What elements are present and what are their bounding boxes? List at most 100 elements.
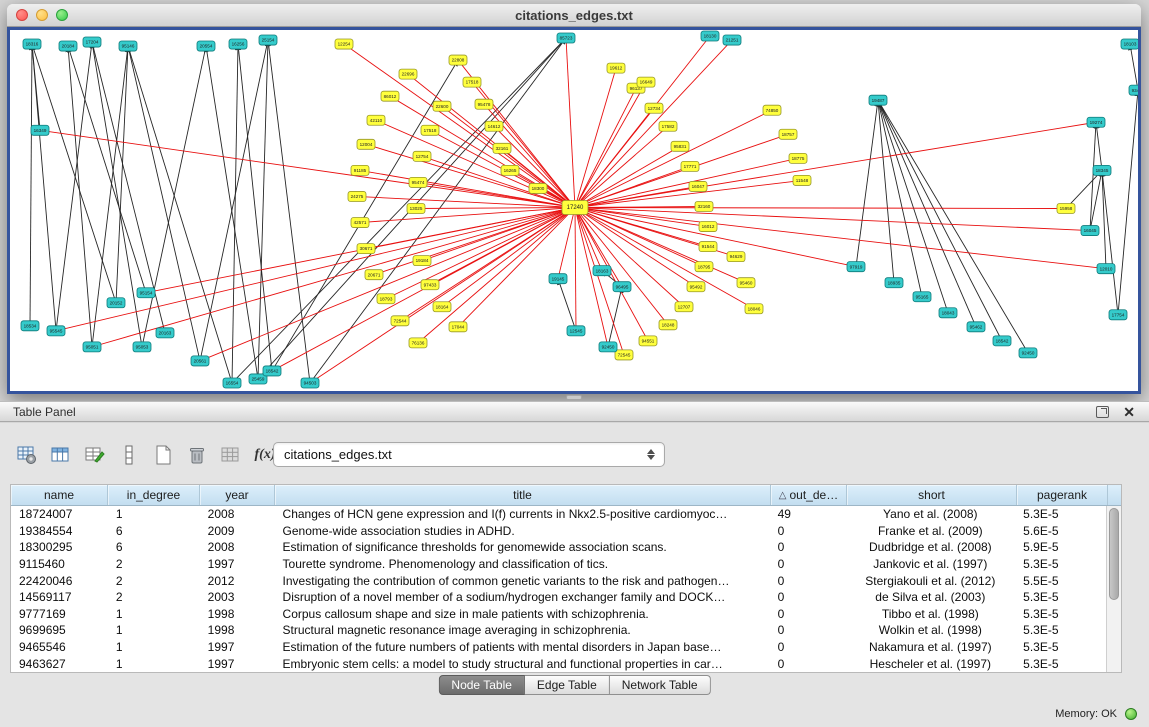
- black-edge[interactable]: [32, 44, 116, 303]
- red-edge[interactable]: [566, 38, 575, 207]
- graph-node[interactable]: 17044: [449, 322, 467, 332]
- graph-node[interactable]: 97919: [847, 262, 865, 272]
- graph-node[interactable]: 30671: [357, 244, 375, 254]
- red-edge[interactable]: [575, 68, 616, 207]
- tab-network-table[interactable]: Network Table: [610, 675, 711, 695]
- graph-node[interactable]: 95053: [133, 342, 151, 352]
- network-view[interactable]: 1831620184172049514620554162562515416349…: [7, 27, 1141, 394]
- table-row[interactable]: 969969511998Structural magnetic resonanc…: [11, 622, 1106, 639]
- graph-node[interactable]: 16012: [699, 222, 717, 232]
- graph-node[interactable]: 20152: [107, 298, 125, 308]
- graph-node[interactable]: 18164: [433, 302, 451, 312]
- red-edge[interactable]: [575, 126, 668, 207]
- graph-node[interactable]: 16554: [223, 378, 241, 388]
- red-edge[interactable]: [442, 207, 575, 306]
- black-edge[interactable]: [1096, 122, 1102, 170]
- red-edge[interactable]: [56, 207, 575, 330]
- black-edge[interactable]: [878, 100, 1002, 341]
- graph-node[interactable]: 95492: [687, 282, 705, 292]
- graph-node[interactable]: 17771: [681, 161, 699, 171]
- graph-node[interactable]: 93468: [1129, 85, 1138, 95]
- tab-edge-table[interactable]: Edge Table: [525, 675, 610, 695]
- graph-node[interactable]: 12004: [357, 139, 375, 149]
- red-edge[interactable]: [575, 122, 1096, 207]
- split-pane-grip[interactable]: [566, 395, 582, 400]
- red-edge[interactable]: [422, 207, 575, 260]
- graph-node[interactable]: 74850: [763, 105, 781, 115]
- close-panel-icon[interactable]: ✕: [1123, 406, 1135, 418]
- scrollbar-thumb[interactable]: [1109, 508, 1119, 600]
- graph-node[interactable]: 16256: [229, 39, 247, 49]
- table-row[interactable]: 946554611997Estimation of the future num…: [11, 639, 1106, 656]
- graph-node[interactable]: 12754: [413, 151, 431, 161]
- black-edge[interactable]: [1102, 170, 1118, 314]
- black-edge[interactable]: [258, 40, 268, 379]
- graph-node[interactable]: 18542: [263, 366, 281, 376]
- graph-node[interactable]: 24275: [348, 191, 366, 201]
- table-row[interactable]: 911546021997Tourette syndrome. Phenomeno…: [11, 556, 1106, 573]
- graph-node[interactable]: 12010: [1097, 264, 1115, 274]
- graph-node[interactable]: 17518: [463, 77, 481, 87]
- table-row[interactable]: 977716911998Corpus callosum shape and si…: [11, 606, 1106, 623]
- black-edge[interactable]: [68, 46, 146, 293]
- graph-node[interactable]: 95474: [409, 177, 427, 187]
- graph-node[interactable]: 19274: [1087, 117, 1105, 127]
- graph-node[interactable]: 97433: [421, 280, 439, 290]
- graph-node[interactable]: 18793: [377, 294, 395, 304]
- graph-node[interactable]: 95146: [119, 41, 137, 51]
- graph-node[interactable]: 95165: [913, 292, 931, 302]
- graph-node[interactable]: 95831: [671, 141, 689, 151]
- graph-node[interactable]: 18046: [745, 304, 763, 314]
- red-edge[interactable]: [575, 180, 802, 207]
- graph-node[interactable]: 72544: [391, 316, 409, 326]
- red-edge[interactable]: [344, 44, 575, 207]
- graph-node[interactable]: 22696: [399, 69, 417, 79]
- red-edge[interactable]: [376, 120, 575, 207]
- graph-node[interactable]: 94503: [301, 378, 319, 388]
- column-header-pagerank[interactable]: pagerank: [1017, 485, 1108, 505]
- graph-node[interactable]: 18542: [993, 336, 1011, 346]
- red-edge[interactable]: [575, 207, 1066, 208]
- black-edge[interactable]: [1066, 170, 1102, 208]
- vertical-scrollbar[interactable]: [1106, 506, 1121, 672]
- black-edge[interactable]: [68, 46, 92, 347]
- graph-node[interactable]: 16265: [501, 165, 519, 175]
- graph-node[interactable]: 95051: [83, 342, 101, 352]
- graph-node[interactable]: 85723: [557, 33, 575, 43]
- graph-node[interactable]: 17518: [421, 125, 439, 135]
- graph-node[interactable]: 21251: [723, 35, 741, 45]
- graph-node[interactable]: 12734: [645, 103, 663, 113]
- black-edge[interactable]: [878, 100, 922, 297]
- graph-node[interactable]: 19487: [869, 95, 887, 105]
- graph-node[interactable]: 20671: [365, 270, 383, 280]
- graph-node[interactable]: 72545: [615, 350, 633, 360]
- graph-node[interactable]: 91544: [699, 242, 717, 252]
- window-titlebar[interactable]: citations_edges.txt: [7, 4, 1141, 27]
- graph-node[interactable]: 18316: [23, 39, 41, 49]
- red-edge[interactable]: [442, 106, 575, 207]
- red-edge[interactable]: [575, 207, 856, 266]
- graph-node[interactable]: 96495: [613, 282, 631, 292]
- graph-node[interactable]: 18534: [21, 321, 39, 331]
- graph-node[interactable]: 18935: [885, 278, 903, 288]
- graph-node[interactable]: 16047: [689, 181, 707, 191]
- black-edge[interactable]: [238, 44, 272, 371]
- graph-node[interactable]: 95545: [47, 326, 65, 336]
- black-edge[interactable]: [56, 42, 92, 331]
- graph-node[interactable]: 32161: [493, 143, 511, 153]
- black-edge[interactable]: [268, 40, 310, 383]
- black-edge[interactable]: [116, 46, 128, 303]
- graph-node[interactable]: 19145: [549, 274, 567, 284]
- column-strip-icon[interactable]: [114, 440, 144, 470]
- column-header-out_de[interactable]: △out_de…: [771, 485, 847, 505]
- graph-node[interactable]: 13025: [407, 203, 425, 213]
- graph-node[interactable]: 22600: [433, 101, 451, 111]
- graph-node[interactable]: 20554: [197, 41, 215, 51]
- table-import-icon[interactable]: [216, 440, 246, 470]
- black-edge[interactable]: [1118, 90, 1138, 315]
- network-selector[interactable]: citations_edges.txt: [273, 442, 665, 467]
- graph-node[interactable]: 18345: [1093, 165, 1111, 175]
- graph-node[interactable]: 42110: [367, 115, 385, 125]
- graph-node[interactable]: 92450: [1019, 348, 1037, 358]
- column-header-year[interactable]: year: [200, 485, 275, 505]
